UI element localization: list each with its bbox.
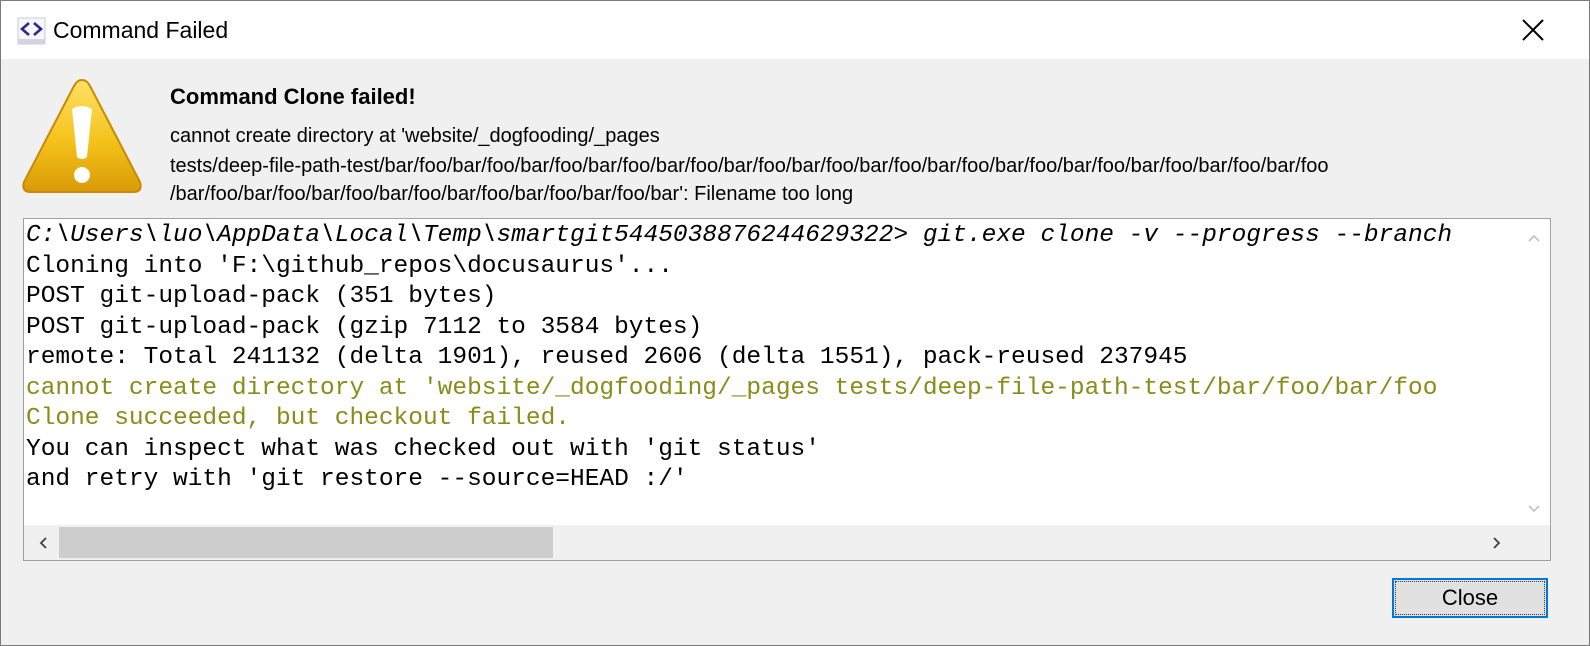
close-button[interactable]: Close: [1392, 578, 1548, 618]
scroll-down-button[interactable]: [1518, 493, 1550, 525]
console-line: and retry with 'git restore --source=HEA…: [26, 466, 688, 493]
console-line: C:\Users\luo\AppData\Local\Temp\smartgit…: [26, 222, 1453, 249]
console-warning-line: cannot create directory at 'website/_dog…: [26, 374, 1438, 402]
command-failed-dialog: Command Failed Command Clone failed! can…: [0, 0, 1590, 646]
error-detail-line: cannot create directory at 'website/_dog…: [170, 125, 660, 147]
chevron-up-icon: [1528, 234, 1540, 242]
console-line: Cloning into 'F:\github_repos\docusaurus…: [26, 252, 673, 280]
vertical-scrollbar[interactable]: [1518, 219, 1550, 525]
horizontal-scrollbar[interactable]: [24, 525, 1550, 560]
chevron-down-icon: [1528, 505, 1540, 513]
scroll-left-button[interactable]: [26, 525, 60, 560]
console-line: POST git-upload-pack (351 bytes): [26, 283, 497, 310]
chevron-left-icon: [39, 536, 47, 549]
console-line: POST git-upload-pack (gzip 7112 to 3584 …: [26, 313, 703, 341]
close-icon: [1522, 19, 1544, 41]
error-heading: Command Clone failed!: [170, 84, 416, 109]
error-detail-line: /bar/foo/bar/foo/bar/foo/bar/foo/bar/foo…: [170, 183, 854, 205]
command-output-console[interactable]: C:\Users\luo\AppData\Local\Temp\smartgit…: [23, 218, 1551, 561]
error-detail-line: tests/deep-file-path-test/bar/foo/bar/fo…: [170, 155, 1329, 177]
dialog-title: Command Failed: [53, 17, 229, 43]
code-brackets-icon: [17, 17, 46, 45]
console-line: You can inspect what was checked out wit…: [26, 435, 820, 463]
warning-icon: [22, 78, 142, 193]
console-text-area[interactable]: C:\Users\luo\AppData\Local\Temp\smartgit…: [26, 221, 1520, 525]
scrollbar-thumb[interactable]: [59, 527, 553, 558]
title-bar[interactable]: Command Failed: [1, 1, 1589, 59]
console-line: remote: Total 241132 (delta 1901), reuse…: [26, 344, 1188, 371]
console-warning-line: Clone succeeded, but checkout failed.: [26, 405, 570, 432]
close-window-button[interactable]: [1511, 9, 1555, 51]
scroll-up-button[interactable]: [1518, 222, 1550, 254]
chevron-right-icon: [1493, 536, 1501, 549]
scroll-right-button[interactable]: [1480, 525, 1514, 560]
